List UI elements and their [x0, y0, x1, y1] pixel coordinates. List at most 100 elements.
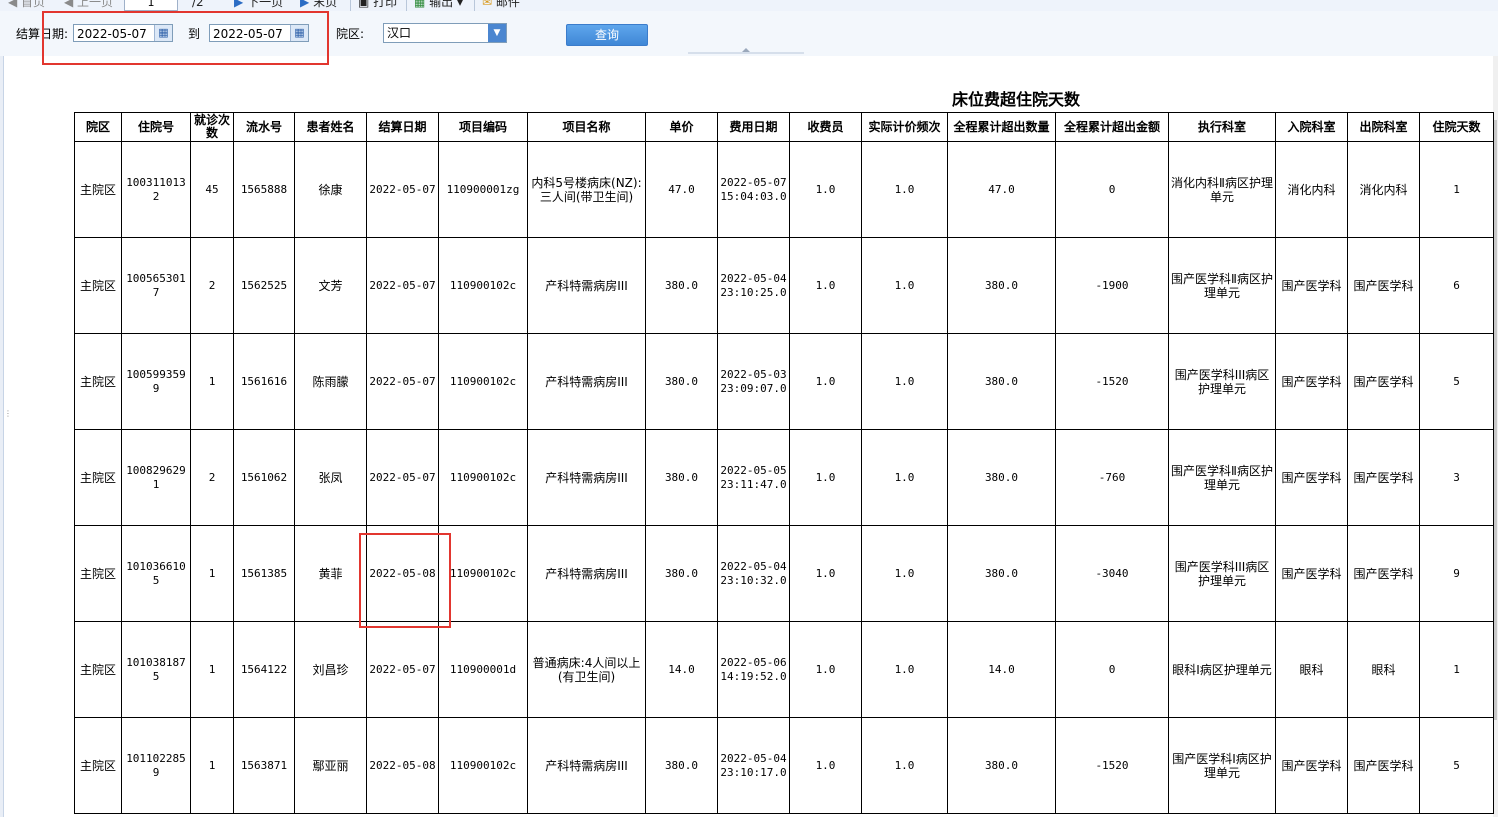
cell-item-code: 110900102c [438, 429, 528, 526]
cell-exec-dept: 围产医学科III病区护理单元 [1168, 333, 1276, 430]
cell-serial-no: 1561385 [233, 525, 295, 622]
cell-excess-amount: 0 [1055, 621, 1169, 718]
table-row: 主院区 1011022859 1 1563871 鄢亚丽 2022-05-08 110900… [74, 717, 1494, 814]
chevron-down-icon: ▾ [457, 0, 464, 9]
cell-discharge-dept: 围产医学科 [1347, 333, 1420, 430]
highlight-box-date-range [42, 11, 329, 65]
query-button[interactable]: 查询 [566, 24, 648, 46]
cell-serial-no: 1561616 [233, 333, 295, 430]
cell-excess-quantity: 380.0 [947, 525, 1056, 622]
cell-item-code: 110900102c [438, 333, 528, 430]
cell-patient-name: 鄢亚丽 [294, 717, 367, 814]
cell-item-code: 110900102c [438, 717, 528, 814]
cell-cashier: 1.0 [789, 333, 862, 430]
splitter-handle[interactable] [688, 48, 804, 54]
column-header-patient-name: 患者姓名 [294, 112, 367, 142]
area-select[interactable]: 汉口 ▼ [383, 23, 507, 43]
cell-discharge-dept: 围产医学科 [1347, 429, 1420, 526]
cell-item-code: 110900001d [438, 621, 528, 718]
cell-item-name: 产科特需病房III [527, 525, 646, 622]
column-header-actual-frequency: 实际计价频次 [861, 112, 948, 142]
cell-fee-date: 2022-05-04 23:10:32.0 [717, 525, 790, 622]
cell-stay-days: 5 [1419, 333, 1494, 430]
cell-unit-price: 14.0 [645, 621, 718, 718]
cell-unit-price: 380.0 [645, 333, 718, 430]
column-header-admission-no: 住院号 [121, 112, 191, 142]
column-header-area: 院区 [74, 112, 122, 142]
column-header-excess-quantity: 全程累计超出数量 [947, 112, 1056, 142]
cell-admission-no: 1005993599 [121, 333, 191, 430]
cell-visit-count: 2 [190, 237, 234, 334]
cell-patient-name: 黄菲 [294, 525, 367, 622]
next-page-label: 下一页 [247, 0, 284, 9]
grip-icon[interactable]: ⋮ [4, 410, 12, 418]
first-page-button[interactable]: ◀ 首页 [8, 0, 45, 11]
cell-admit-dept: 围产医学科 [1275, 237, 1348, 334]
cell-area: 主院区 [74, 333, 122, 430]
cell-admission-no: 1003110132 [121, 141, 191, 238]
next-page-button[interactable]: ▶ 下一页 [234, 0, 283, 11]
cell-item-name: 产科特需病房III [527, 429, 646, 526]
cell-exec-dept: 眼科Ⅰ病区护理单元 [1168, 621, 1276, 718]
cell-item-name: 内科5号楼病床(NZ):三人间(带卫生间) [527, 141, 646, 238]
page-number-input[interactable]: 1 [124, 0, 178, 11]
cell-discharge-dept: 消化内科 [1347, 141, 1420, 238]
cell-item-code: 110900102c [438, 237, 528, 334]
mail-label: 邮件 [495, 0, 520, 9]
scrollbar-thumb[interactable] [1494, 120, 1497, 720]
cell-patient-name: 文芳 [294, 237, 367, 334]
cell-unit-price: 380.0 [645, 237, 718, 334]
chevron-down-icon[interactable]: ▼ [488, 24, 506, 42]
cell-serial-no: 1561062 [233, 429, 295, 526]
export-button[interactable]: ▦ 输出 ▾ [414, 0, 463, 11]
cell-discharge-dept: 围产医学科 [1347, 717, 1420, 814]
cell-admit-dept: 围产医学科 [1275, 333, 1348, 430]
cell-serial-no: 1565888 [233, 141, 295, 238]
cell-settle-date: 2022-05-07 [366, 333, 439, 430]
cell-visit-count: 2 [190, 429, 234, 526]
cell-patient-name: 张凤 [294, 429, 367, 526]
play-icon: ▶ [234, 0, 244, 9]
highlight-box-settle-date [359, 533, 451, 628]
cell-fee-date: 2022-05-03 23:09:07.0 [717, 333, 790, 430]
cell-fee-date: 2022-05-07 15:04:03.0 [717, 141, 790, 238]
export-icon: ▦ [414, 0, 426, 9]
cell-stay-days: 5 [1419, 717, 1494, 814]
column-header-unit-price: 单价 [645, 112, 718, 142]
cell-settle-date: 2022-05-07 [366, 237, 439, 334]
cell-patient-name: 徐康 [294, 141, 367, 238]
cell-cashier: 1.0 [789, 621, 862, 718]
cell-stay-days: 1 [1419, 141, 1494, 238]
cell-unit-price: 380.0 [645, 525, 718, 622]
cell-serial-no: 1562525 [233, 237, 295, 334]
cell-actual-frequency: 1.0 [861, 237, 948, 334]
report-table: 院区 住院号 就诊次数 流水号 患者姓名 结算日期 项目编码 项目名称 单价 费用日期 收费员 实际计… [74, 112, 1494, 814]
cell-cashier: 1.0 [789, 525, 862, 622]
cell-fee-date: 2022-05-04 23:10:25.0 [717, 237, 790, 334]
column-header-item-name: 项目名称 [527, 112, 646, 142]
last-page-button[interactable]: ▶ 末页 [300, 0, 337, 11]
print-button[interactable]: ▣ 打印 [358, 0, 397, 11]
prev-page-button[interactable]: ◀ 上一页 [64, 0, 113, 11]
column-header-exec-dept: 执行科室 [1168, 112, 1276, 142]
cell-excess-quantity: 14.0 [947, 621, 1056, 718]
cell-patient-name: 刘昌珍 [294, 621, 367, 718]
cell-settle-date: 2022-05-07 [366, 621, 439, 718]
column-header-discharge-dept: 出院科室 [1347, 112, 1420, 142]
mail-button[interactable]: ✉ 邮件 [482, 0, 520, 11]
cell-excess-quantity: 380.0 [947, 717, 1056, 814]
area-select-value: 汉口 [387, 26, 412, 40]
cell-unit-price: 47.0 [645, 141, 718, 238]
cell-cashier: 1.0 [789, 429, 862, 526]
cell-item-name: 产科特需病房III [527, 237, 646, 334]
cell-excess-amount: -1520 [1055, 717, 1169, 814]
cell-fee-date: 2022-05-05 23:11:47.0 [717, 429, 790, 526]
cell-excess-quantity: 47.0 [947, 141, 1056, 238]
cell-admission-no: 1005653017 [121, 237, 191, 334]
cell-admit-dept: 眼科 [1275, 621, 1348, 718]
cell-unit-price: 380.0 [645, 429, 718, 526]
cell-excess-amount: 0 [1055, 141, 1169, 238]
cell-cashier: 1.0 [789, 717, 862, 814]
cell-patient-name: 陈雨朦 [294, 333, 367, 430]
cell-exec-dept: 消化内科Ⅱ病区护理单元 [1168, 141, 1276, 238]
